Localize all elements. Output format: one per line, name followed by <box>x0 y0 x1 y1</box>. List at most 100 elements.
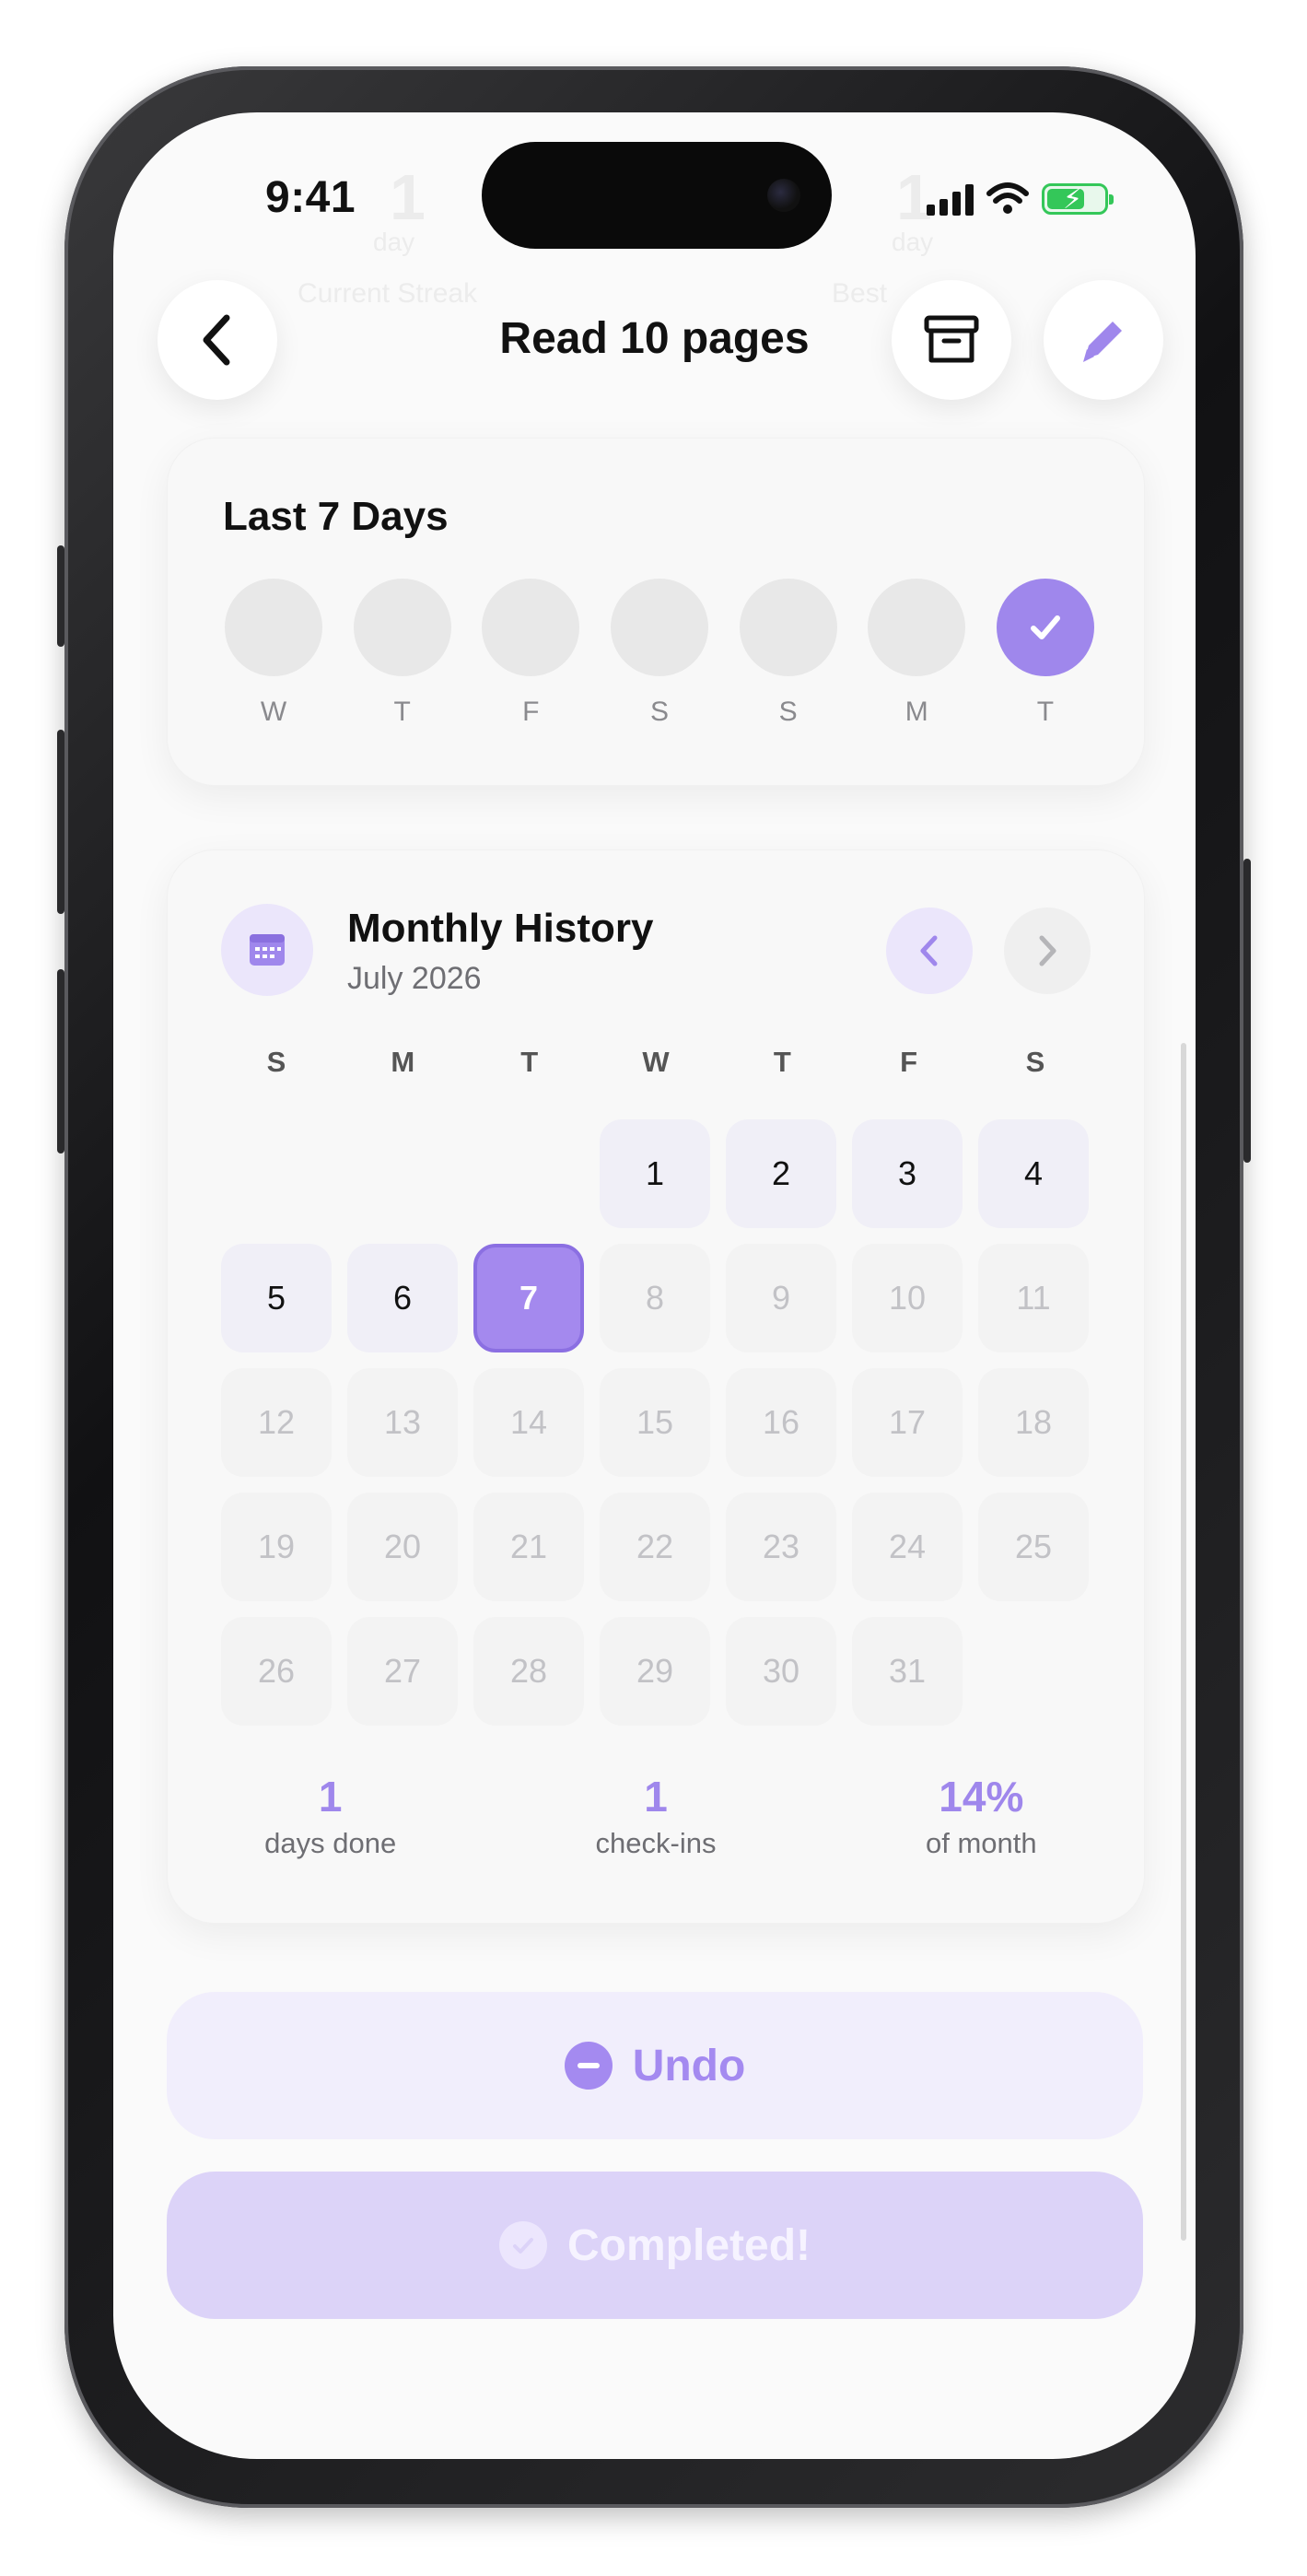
calendar-day[interactable]: 21 <box>473 1493 584 1601</box>
calendar-day[interactable]: 19 <box>221 1493 332 1601</box>
calendar-day[interactable]: 31 <box>852 1617 963 1726</box>
week-day-dot[interactable] <box>482 579 580 676</box>
stat-value: 1 <box>318 1773 343 1821</box>
weekday-label: T <box>773 1046 791 1078</box>
calendar-day[interactable]: 24 <box>852 1493 963 1601</box>
week-row: W T F S S M T <box>225 579 1094 728</box>
stat-value: 1 <box>644 1773 668 1821</box>
week-day-label: S <box>649 697 669 727</box>
calendar-day[interactable]: 5 <box>221 1244 332 1352</box>
week-day: F <box>482 579 580 728</box>
calendar-day[interactable]: 1 <box>600 1119 710 1228</box>
week-day-label: S <box>778 697 798 727</box>
edit-icon <box>1083 322 1122 362</box>
calendar-day-today[interactable]: 7 <box>473 1244 584 1352</box>
calendar-day[interactable]: 9 <box>726 1244 836 1352</box>
calendar-day[interactable]: 11 <box>978 1244 1089 1352</box>
calendar-day[interactable]: 15 <box>600 1368 710 1477</box>
monthly-history-card: Monthly History July 2026 S M T W T F S … <box>167 849 1145 1924</box>
week-day-dot[interactable] <box>610 579 708 676</box>
weekday-label: T <box>520 1046 539 1078</box>
camera-icon <box>767 179 800 212</box>
undo-button[interactable]: Undo <box>167 1992 1143 2139</box>
completed-button[interactable]: Completed! <box>167 2172 1143 2319</box>
week-day: W <box>225 579 322 728</box>
minus-icon <box>564 2042 613 2090</box>
cellular-signal-icon <box>927 182 974 216</box>
monthly-history-title: Monthly History <box>347 906 654 951</box>
battery-icon: ⚡ <box>1042 183 1114 215</box>
volume-down-button <box>57 969 64 1153</box>
calendar-day[interactable]: 26 <box>221 1617 332 1726</box>
weekday-label: W <box>642 1046 670 1078</box>
calendar-day[interactable]: 13 <box>347 1368 458 1477</box>
calendar-day[interactable]: 8 <box>600 1244 710 1352</box>
dynamic-island <box>482 142 832 249</box>
edit-button[interactable] <box>1044 280 1163 400</box>
week-day-label: T <box>393 697 411 727</box>
calendar-day[interactable]: 10 <box>852 1244 963 1352</box>
week-day: T <box>996 579 1094 728</box>
calendar-day[interactable]: 2 <box>726 1119 836 1228</box>
calendar-day[interactable]: 25 <box>978 1493 1089 1601</box>
week-day-dot[interactable] <box>868 579 966 676</box>
calendar-day[interactable]: 20 <box>347 1493 458 1601</box>
week-day: T <box>353 579 451 728</box>
calendar-day[interactable]: 18 <box>978 1368 1089 1477</box>
calendar-blank <box>347 1119 458 1228</box>
stat-check-ins: 1 check-ins <box>493 1772 818 1860</box>
last-7-days-title: Last 7 Days <box>223 494 449 539</box>
calendar-day[interactable]: 3 <box>852 1119 963 1228</box>
week-day: M <box>868 579 966 728</box>
wifi-icon <box>986 182 1029 214</box>
chevron-right-icon <box>1039 935 1056 966</box>
page-title: Read 10 pages <box>499 314 810 363</box>
calendar-day[interactable]: 17 <box>852 1368 963 1477</box>
status-time: 9:41 <box>265 173 356 222</box>
calendar-day[interactable]: 16 <box>726 1368 836 1477</box>
week-day-dot[interactable] <box>353 579 451 676</box>
weekday-label: M <box>391 1046 415 1078</box>
calendar-day[interactable]: 14 <box>473 1368 584 1477</box>
scrollbar[interactable] <box>1181 1043 1186 2241</box>
next-month-button[interactable] <box>1004 907 1091 994</box>
chevron-left-icon <box>920 935 938 966</box>
calendar-blank <box>473 1119 584 1228</box>
calendar-day[interactable]: 27 <box>347 1617 458 1726</box>
week-day-dot-done[interactable] <box>996 579 1094 676</box>
volume-up-button <box>57 730 64 914</box>
calendar-grid: 1 2 3 4 5 6 7 8 9 10 11 12 13 14 15 16 17 18 19 20 21 22 23 24 2… <box>221 1119 1096 1726</box>
calendar-icon <box>250 934 285 966</box>
calendar-day[interactable]: 22 <box>600 1493 710 1601</box>
week-day-label: F <box>522 697 540 727</box>
calendar-icon-badge <box>221 904 313 996</box>
calendar-day[interactable]: 4 <box>978 1119 1089 1228</box>
week-day-dot[interactable] <box>225 579 322 676</box>
weekday-label: S <box>1025 1046 1045 1078</box>
stat-label: check-ins <box>595 1827 717 1859</box>
monthly-stats: 1 days done 1 check-ins 14% of month <box>168 1772 1144 1860</box>
stat-of-month: 14% of month <box>819 1772 1144 1860</box>
weekday-header: S M T W T F S <box>221 1046 1091 1079</box>
status-icons: ⚡ <box>927 179 1114 219</box>
calendar-day[interactable]: 30 <box>726 1617 836 1726</box>
action-button <box>57 545 64 647</box>
week-day-dot[interactable] <box>739 579 837 676</box>
calendar-day[interactable]: 6 <box>347 1244 458 1352</box>
calendar-day[interactable]: 12 <box>221 1368 332 1477</box>
week-day-label: W <box>260 697 287 727</box>
calendar-day[interactable]: 29 <box>600 1617 710 1726</box>
ghost-streak-unit: day <box>373 228 415 256</box>
weekday-label: F <box>900 1046 918 1078</box>
previous-month-button[interactable] <box>886 907 973 994</box>
archive-button[interactable] <box>892 280 1011 400</box>
stat-label: of month <box>926 1827 1037 1859</box>
check-icon <box>1030 615 1060 639</box>
week-day: S <box>610 579 708 728</box>
ghost-streak-value: 1 <box>390 161 426 233</box>
calendar-day[interactable]: 28 <box>473 1617 584 1726</box>
week-day-label: T <box>1036 697 1055 727</box>
week-day-label: M <box>904 697 928 727</box>
calendar-day[interactable]: 23 <box>726 1493 836 1601</box>
archive-icon <box>924 315 979 363</box>
